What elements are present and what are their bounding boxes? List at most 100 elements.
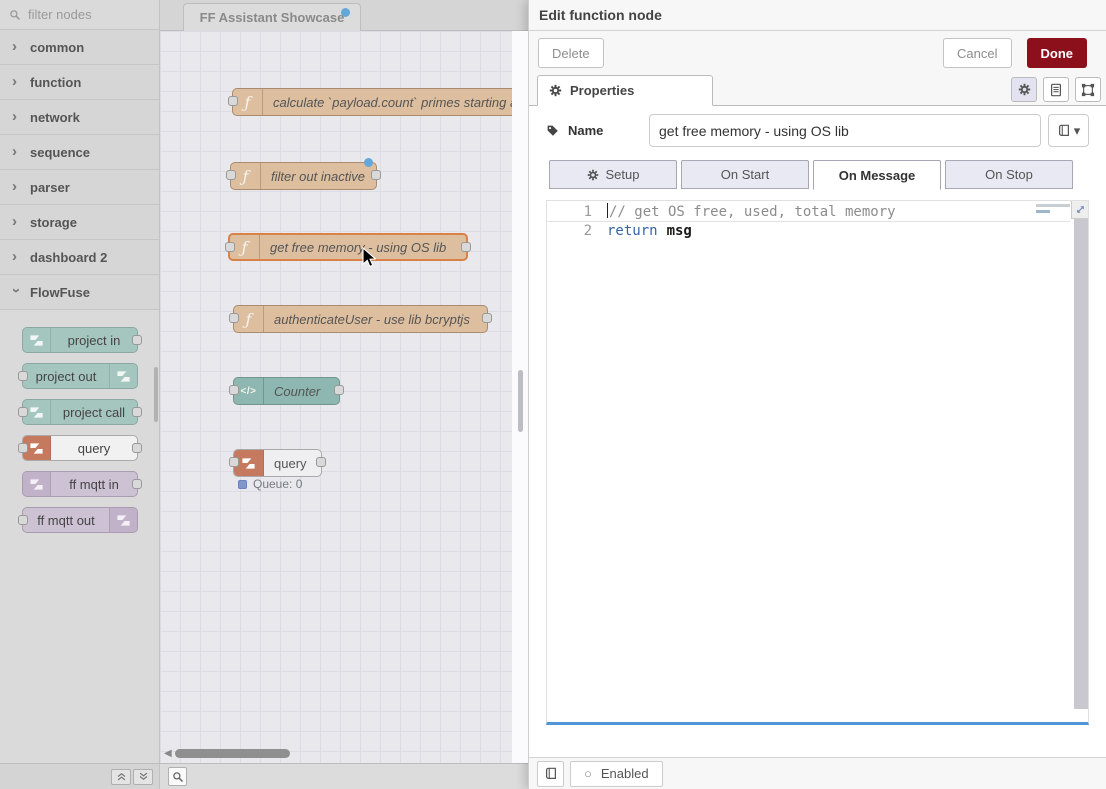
- output-port[interactable]: [132, 335, 142, 345]
- palette-node-ff-mqtt-out[interactable]: ff mqtt out: [22, 507, 138, 533]
- palette-category-network[interactable]: › network: [0, 100, 159, 135]
- input-port[interactable]: [228, 96, 238, 106]
- chevron-right-icon: ›: [12, 182, 20, 192]
- output-port[interactable]: [132, 443, 142, 453]
- editor-minimap[interactable]: [1036, 204, 1072, 213]
- double-chevron-up-icon: [116, 771, 127, 782]
- palette-category-function[interactable]: › function: [0, 65, 159, 100]
- chevron-right-icon: ›: [12, 77, 20, 87]
- chevron-right-icon: ›: [12, 147, 20, 157]
- caret-down-icon: ▾: [1074, 123, 1081, 139]
- name-row: Name ▾: [546, 114, 1089, 147]
- input-port[interactable]: [18, 407, 28, 417]
- output-port[interactable]: [132, 407, 142, 417]
- palette-category-dashboard2[interactable]: › dashboard 2: [0, 240, 159, 275]
- done-button[interactable]: Done: [1027, 38, 1088, 68]
- tab-on-message[interactable]: On Message: [813, 160, 941, 190]
- expand-all-button[interactable]: [133, 769, 153, 785]
- chevron-right-icon: ›: [12, 42, 20, 52]
- tab-setup[interactable]: Setup: [549, 160, 677, 189]
- document-icon: [1049, 83, 1063, 97]
- palette-node-project-call[interactable]: project call: [22, 399, 138, 425]
- properties-icon-button[interactable]: [1011, 77, 1037, 102]
- library-button[interactable]: ▾: [1048, 114, 1089, 147]
- code-editor[interactable]: 1 // get OS free, used, total memory 2 r…: [546, 200, 1089, 725]
- palette-category-label: parser: [30, 180, 70, 195]
- name-label: Name: [546, 123, 649, 138]
- palette-category-sequence[interactable]: › sequence: [0, 135, 159, 170]
- code-line[interactable]: 1 // get OS free, used, total memory: [547, 203, 1070, 222]
- palette-scrollbar[interactable]: [154, 367, 158, 422]
- input-port[interactable]: [229, 457, 239, 467]
- palette-node-query[interactable]: query: [22, 435, 138, 461]
- delete-button[interactable]: Delete: [538, 38, 604, 68]
- palette-node-project-in[interactable]: project in: [22, 327, 138, 353]
- input-port[interactable]: [18, 443, 28, 453]
- status-text: Queue: 0: [253, 477, 302, 491]
- search-flows-button[interactable]: [168, 767, 187, 786]
- gear-icon: [549, 84, 562, 97]
- node-label: filter out inactive: [261, 169, 376, 184]
- output-port[interactable]: [316, 457, 326, 467]
- pointer-icon: [362, 247, 376, 269]
- palette-category-label: common: [30, 40, 84, 55]
- input-port[interactable]: [18, 371, 28, 381]
- input-port[interactable]: [229, 313, 239, 323]
- output-port[interactable]: [334, 385, 344, 395]
- palette-category-flowfuse[interactable]: › FlowFuse: [0, 275, 159, 310]
- tab-on-start[interactable]: On Start: [681, 160, 809, 189]
- palette-category-common[interactable]: › common: [0, 30, 159, 65]
- book-icon: [544, 767, 558, 781]
- gear-icon: [1018, 83, 1031, 96]
- flow-tab[interactable]: FF Assistant Showcase: [183, 3, 361, 31]
- palette-footer: [0, 764, 160, 789]
- description-icon-button[interactable]: [1043, 77, 1069, 102]
- palette-category-parser[interactable]: › parser: [0, 170, 159, 205]
- enabled-toggle[interactable]: ○ Enabled: [570, 761, 663, 787]
- input-port[interactable]: [226, 170, 236, 180]
- node-get-free-memory[interactable]: ƒ get free memory - using OS lib: [228, 233, 468, 261]
- palette-node-ff-mqtt-in[interactable]: ff mqtt in: [22, 471, 138, 497]
- horizontal-scrollbar[interactable]: [175, 749, 290, 758]
- name-input[interactable]: [649, 114, 1041, 147]
- node-label: authenticateUser - use lib bcryptjs: [264, 312, 487, 327]
- input-port[interactable]: [229, 385, 239, 395]
- palette-search[interactable]: filter nodes: [0, 0, 159, 30]
- editor-scrollbar[interactable]: [1074, 219, 1088, 709]
- vertical-scrollbar[interactable]: [518, 370, 523, 432]
- node-authenticate-user[interactable]: ƒ authenticateUser - use lib bcryptjs: [233, 305, 488, 333]
- expand-editor-button[interactable]: [1071, 201, 1088, 219]
- cancel-button[interactable]: Cancel: [943, 38, 1011, 68]
- vertical-scrollbar-track[interactable]: [512, 31, 528, 763]
- tab-properties[interactable]: Properties: [537, 75, 713, 106]
- output-port[interactable]: [461, 242, 471, 252]
- node-counter[interactable]: </> Counter: [233, 377, 340, 405]
- tray-title: Edit function node: [539, 7, 662, 23]
- workspace-grid[interactable]: [160, 31, 528, 763]
- palette-category-storage[interactable]: › storage: [0, 205, 159, 240]
- output-port[interactable]: [482, 313, 492, 323]
- collapse-all-button[interactable]: [111, 769, 131, 785]
- input-port[interactable]: [18, 515, 28, 525]
- node-label: calculate `payload.count` primes startin…: [263, 95, 528, 110]
- code-line[interactable]: 2 returnmsg: [547, 222, 1070, 241]
- node-red-editor: filter nodes › common › function › netwo…: [0, 0, 1106, 789]
- node-query[interactable]: query: [233, 449, 322, 477]
- node-filter-out-inactive[interactable]: ƒ filter out inactive: [230, 162, 377, 190]
- book-icon: [1057, 124, 1071, 138]
- modified-dot: [364, 158, 373, 167]
- tab-on-stop[interactable]: On Stop: [945, 160, 1073, 189]
- input-port[interactable]: [225, 242, 235, 252]
- node-help-button[interactable]: [537, 761, 564, 787]
- tray-icon-buttons: [1011, 77, 1101, 102]
- node-calculate-primes[interactable]: ƒ calculate `payload.count` primes start…: [232, 88, 528, 116]
- flow-workspace[interactable]: FF Assistant Showcase ƒ calculate `paylo…: [160, 0, 528, 763]
- palette-node-project-out[interactable]: project out: [22, 363, 138, 389]
- flowfuse-icon: [23, 472, 51, 496]
- appearance-icon-button[interactable]: [1075, 77, 1101, 102]
- double-chevron-down-icon: [138, 771, 149, 782]
- output-port[interactable]: [371, 170, 381, 180]
- flowfuse-icon: [109, 508, 137, 532]
- output-port[interactable]: [132, 479, 142, 489]
- scroll-left-arrow[interactable]: ◀: [164, 748, 172, 759]
